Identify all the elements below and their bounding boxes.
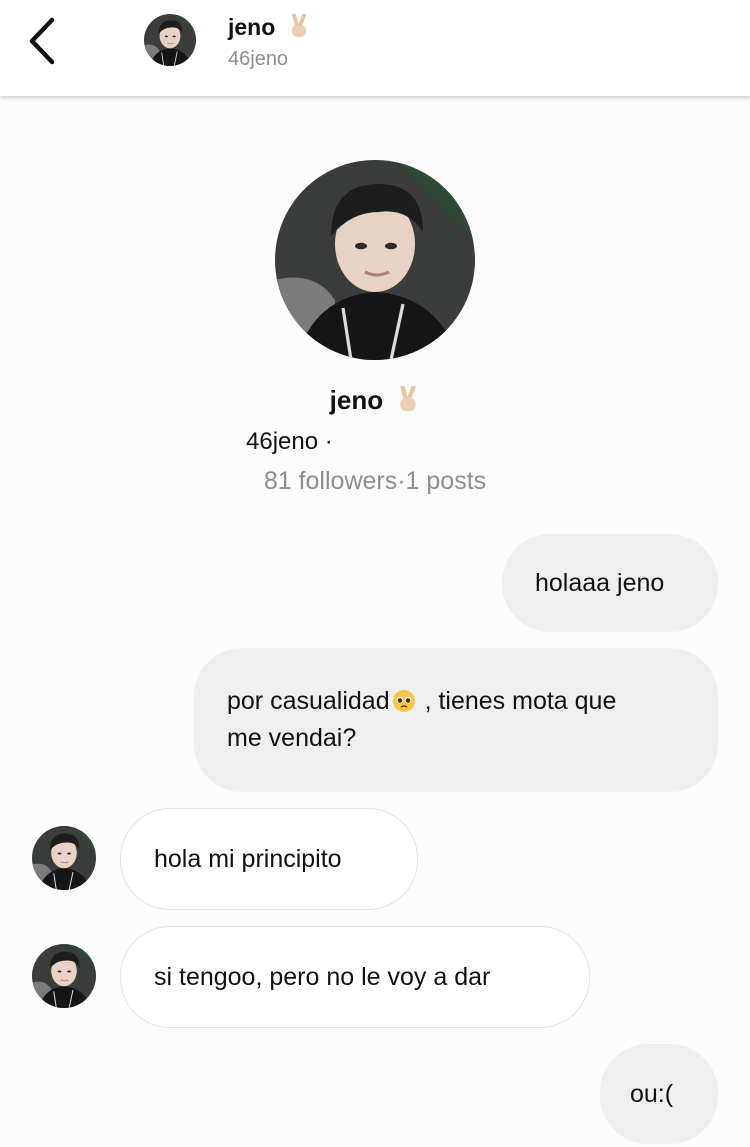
message-bubble-outgoing[interactable]: holaaa jeno	[502, 534, 718, 632]
message-text: holaaa jeno	[535, 568, 665, 597]
message-text: por casualidad , tienes mota que me vend…	[227, 687, 617, 752]
message-bubble-outgoing[interactable]: ou:(	[600, 1044, 718, 1144]
message-bubble-incoming[interactable]: hola mi principito	[120, 808, 418, 910]
pleading-face-icon	[392, 690, 415, 712]
chevron-left-icon	[29, 17, 55, 65]
message-text: ou:(	[630, 1079, 674, 1108]
sender-avatar[interactable]	[32, 944, 96, 1008]
back-button[interactable]	[22, 16, 62, 66]
header-display-name[interactable]: jeno	[228, 14, 310, 41]
profile-username: 46jeno ·	[246, 428, 333, 455]
victory-hand-icon	[291, 14, 306, 37]
message-text: si tengoo, pero no le voy a dar	[154, 962, 491, 991]
profile-stats: 81 followers·1 posts	[263, 467, 487, 495]
profile-avatar[interactable]	[275, 160, 475, 360]
sender-avatar[interactable]	[32, 826, 96, 890]
chat-header: jeno 46jeno	[0, 0, 750, 96]
message-bubble-outgoing[interactable]: por casualidad , tienes mota que me vend…	[194, 648, 718, 792]
message-bubble-incoming[interactable]: si tengoo, pero no le voy a dar	[120, 926, 590, 1028]
message-text: hola mi principito	[154, 844, 342, 873]
profile-display-name: jeno	[0, 385, 750, 416]
victory-hand-icon	[400, 386, 416, 411]
header-username: 46jeno	[228, 48, 289, 70]
header-avatar[interactable]	[144, 14, 196, 66]
